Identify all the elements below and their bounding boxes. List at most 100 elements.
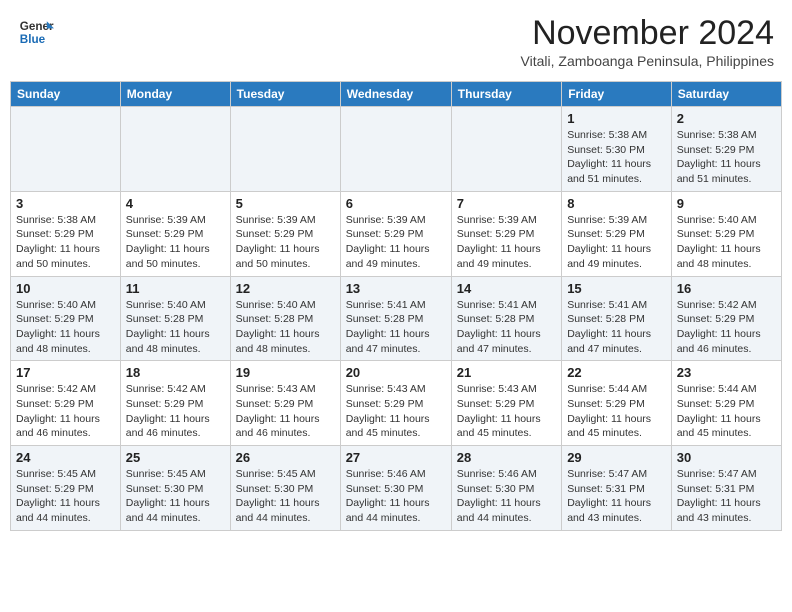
logo: General Blue [18,14,54,50]
day-info: Sunrise: 5:41 AMSunset: 5:28 PMDaylight:… [346,298,446,357]
calendar-cell [11,107,121,192]
svg-text:Blue: Blue [20,33,46,46]
title-block: November 2024 Vitali, Zamboanga Peninsul… [521,14,774,69]
calendar-cell: 24 Sunrise: 5:45 AMSunset: 5:29 PMDayligh… [11,446,121,531]
day-number: 7 [457,196,556,211]
day-info: Sunrise: 5:42 AMSunset: 5:29 PMDaylight:… [126,382,225,441]
day-info: Sunrise: 5:47 AMSunset: 5:31 PMDaylight:… [567,467,666,526]
calendar-cell: 11 Sunrise: 5:40 AMSunset: 5:28 PMDayligh… [120,276,230,361]
day-info: Sunrise: 5:46 AMSunset: 5:30 PMDaylight:… [457,467,556,526]
logo-icon: General Blue [18,14,54,50]
calendar-cell: 8Sunrise: 5:39 AMSunset: 5:29 PMDaylight… [562,191,672,276]
day-info: Sunrise: 5:46 AMSunset: 5:30 PMDaylight:… [346,467,446,526]
day-number: 20 [346,365,446,380]
day-number: 22 [567,365,666,380]
calendar-cell: 6Sunrise: 5:39 AMSunset: 5:29 PMDaylight… [340,191,451,276]
calendar-cell: 17Sunrise: 5:42 AMSunset: 5:29 PMDayligh… [11,361,121,446]
location: Vitali, Zamboanga Peninsula, Philippines [521,53,774,69]
week-row-4: 17Sunrise: 5:42 AMSunset: 5:29 PMDayligh… [11,361,782,446]
day-number: 12 [236,281,335,296]
calendar-cell: 20 Sunrise: 5:43 AMSunset: 5:29 PMDayligh… [340,361,451,446]
week-row-5: 24 Sunrise: 5:45 AMSunset: 5:29 PMDayligh… [11,446,782,531]
day-info: Sunrise: 5:45 AMSunset: 5:29 PMDaylight:… [16,467,115,526]
day-info: Sunrise: 5:40 AMSunset: 5:29 PMDaylight:… [16,298,115,357]
day-info: Sunrise: 5:40 AMSunset: 5:28 PMDaylight:… [236,298,335,357]
day-info: Sunrise: 5:39 AMSunset: 5:29 PMDaylight:… [126,213,225,272]
day-info: Sunrise: 5:47 AMSunset: 5:31 PMDaylight:… [677,467,776,526]
page-header: General Blue November 2024 Vitali, Zambo… [10,10,782,73]
day-info: Sunrise: 5:42 AMSunset: 5:29 PMDaylight:… [677,298,776,357]
day-info: Sunrise: 5:44 AMSunset: 5:29 PMDaylight:… [567,382,666,441]
calendar-cell [230,107,340,192]
day-number: 4 [126,196,225,211]
day-number: 28 [457,450,556,465]
month-title: November 2024 [521,14,774,53]
day-number: 11 [126,281,225,296]
calendar-cell: 15Sunrise: 5:41 AMSunset: 5:28 PMDayligh… [562,276,672,361]
day-number: 3 [16,196,115,211]
day-number: 23 [677,365,776,380]
calendar-cell [340,107,451,192]
day-number: 1 [567,111,666,126]
weekday-monday: Monday [120,82,230,107]
calendar-cell: 9 Sunrise: 5:40 AMSunset: 5:29 PMDaylight… [671,191,781,276]
calendar-cell: 5Sunrise: 5:39 AMSunset: 5:29 PMDaylight… [230,191,340,276]
calendar-cell: 22 Sunrise: 5:44 AMSunset: 5:29 PMDayligh… [562,361,672,446]
calendar-cell: 25Sunrise: 5:45 AMSunset: 5:30 PMDayligh… [120,446,230,531]
calendar-cell: 26Sunrise: 5:45 AMSunset: 5:30 PMDayligh… [230,446,340,531]
weekday-wednesday: Wednesday [340,82,451,107]
calendar-cell: 10 Sunrise: 5:40 AMSunset: 5:29 PMDayligh… [11,276,121,361]
calendar-cell: 4 Sunrise: 5:39 AMSunset: 5:29 PMDaylight… [120,191,230,276]
day-info: Sunrise: 5:45 AMSunset: 5:30 PMDaylight:… [236,467,335,526]
calendar-cell: 27 Sunrise: 5:46 AMSunset: 5:30 PMDayligh… [340,446,451,531]
day-info: Sunrise: 5:41 AMSunset: 5:28 PMDaylight:… [567,298,666,357]
day-number: 27 [346,450,446,465]
day-number: 19 [236,365,335,380]
day-number: 24 [16,450,115,465]
calendar-cell: 12 Sunrise: 5:40 AMSunset: 5:28 PMDayligh… [230,276,340,361]
calendar-cell: 16 Sunrise: 5:42 AMSunset: 5:29 PMDayligh… [671,276,781,361]
day-info: Sunrise: 5:43 AMSunset: 5:29 PMDaylight:… [457,382,556,441]
week-row-1: 1 Sunrise: 5:38 AMSunset: 5:30 PMDaylight… [11,107,782,192]
day-number: 5 [236,196,335,211]
day-number: 9 [677,196,776,211]
day-info: Sunrise: 5:40 AMSunset: 5:29 PMDaylight:… [677,213,776,272]
day-number: 16 [677,281,776,296]
calendar-cell: 21 Sunrise: 5:43 AMSunset: 5:29 PMDayligh… [451,361,561,446]
calendar-cell: 1 Sunrise: 5:38 AMSunset: 5:30 PMDaylight… [562,107,672,192]
calendar-cell: 2 Sunrise: 5:38 AMSunset: 5:29 PMDaylight… [671,107,781,192]
day-info: Sunrise: 5:39 AMSunset: 5:29 PMDaylight:… [346,213,446,272]
day-number: 13 [346,281,446,296]
day-number: 14 [457,281,556,296]
calendar-cell: 14 Sunrise: 5:41 AMSunset: 5:28 PMDayligh… [451,276,561,361]
day-info: Sunrise: 5:38 AMSunset: 5:29 PMDaylight:… [16,213,115,272]
day-info: Sunrise: 5:41 AMSunset: 5:28 PMDaylight:… [457,298,556,357]
day-number: 2 [677,111,776,126]
day-number: 29 [567,450,666,465]
calendar-cell: 18Sunrise: 5:42 AMSunset: 5:29 PMDayligh… [120,361,230,446]
day-info: Sunrise: 5:38 AMSunset: 5:30 PMDaylight:… [567,128,666,187]
day-info: Sunrise: 5:38 AMSunset: 5:29 PMDaylight:… [677,128,776,187]
day-number: 10 [16,281,115,296]
calendar-cell: 19 Sunrise: 5:43 AMSunset: 5:29 PMDayligh… [230,361,340,446]
calendar-cell [120,107,230,192]
calendar-cell: 7 Sunrise: 5:39 AMSunset: 5:29 PMDaylight… [451,191,561,276]
day-info: Sunrise: 5:39 AMSunset: 5:29 PMDaylight:… [457,213,556,272]
day-info: Sunrise: 5:42 AMSunset: 5:29 PMDaylight:… [16,382,115,441]
day-number: 30 [677,450,776,465]
week-row-3: 10 Sunrise: 5:40 AMSunset: 5:29 PMDayligh… [11,276,782,361]
weekday-sunday: Sunday [11,82,121,107]
calendar-cell: 13 Sunrise: 5:41 AMSunset: 5:28 PMDayligh… [340,276,451,361]
calendar-table: SundayMondayTuesdayWednesdayThursdayFrid… [10,81,782,531]
calendar-cell: 3 Sunrise: 5:38 AMSunset: 5:29 PMDaylight… [11,191,121,276]
weekday-saturday: Saturday [671,82,781,107]
calendar-cell: 29 Sunrise: 5:47 AMSunset: 5:31 PMDayligh… [562,446,672,531]
calendar-cell: 30 Sunrise: 5:47 AMSunset: 5:31 PMDayligh… [671,446,781,531]
day-info: Sunrise: 5:40 AMSunset: 5:28 PMDaylight:… [126,298,225,357]
weekday-thursday: Thursday [451,82,561,107]
weekday-tuesday: Tuesday [230,82,340,107]
day-info: Sunrise: 5:43 AMSunset: 5:29 PMDaylight:… [346,382,446,441]
day-number: 21 [457,365,556,380]
day-info: Sunrise: 5:43 AMSunset: 5:29 PMDaylight:… [236,382,335,441]
weekday-friday: Friday [562,82,672,107]
